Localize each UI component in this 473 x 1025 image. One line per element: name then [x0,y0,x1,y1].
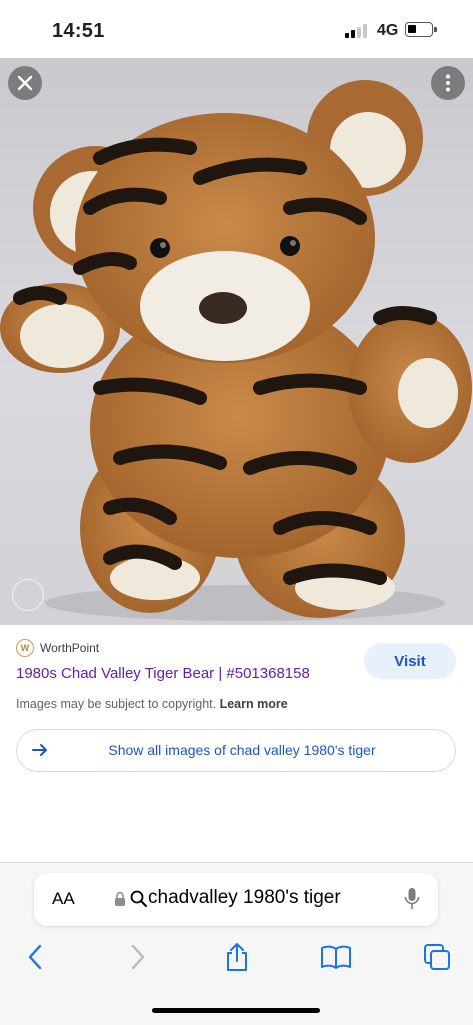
result-info: W WorthPoint 1980s Chad Valley Tiger Bea… [0,625,473,865]
home-indicator [152,1008,320,1013]
status-time: 14:51 [52,20,105,42]
network-type: 4G [377,22,399,39]
learn-more-link[interactable]: Learn more [220,697,288,711]
back-button[interactable] [17,939,53,975]
more-options-button[interactable] [431,66,465,100]
share-icon [227,943,247,971]
source-row[interactable]: W WorthPoint [16,639,99,657]
battery-icon [405,22,433,37]
visit-button[interactable]: Visit [364,643,456,679]
show-all-images-button[interactable]: Show all images of chad valley 1980's ti… [16,729,456,772]
browser-toolbar: AA chadvalley 1980's tiger [0,862,473,1025]
watermark-logo [12,579,44,611]
tabs-icon [424,944,450,970]
tabs-button[interactable] [419,939,455,975]
show-all-images-label: Show all images of chad valley 1980's ti… [108,742,376,758]
microphone-icon[interactable] [404,887,420,911]
forward-icon [131,944,145,970]
forward-button[interactable] [120,939,156,975]
image-preview[interactable] [0,58,473,625]
share-button[interactable] [219,939,255,975]
copyright-text: Images may be subject to copyright. [16,697,217,711]
result-title-link[interactable]: 1980s Chad Valley Tiger Bear | #50136815… [16,665,310,682]
tiger-bear-image [0,80,472,621]
search-icon [130,890,147,907]
bookmarks-button[interactable] [318,939,354,975]
source-logo: W [16,639,34,657]
status-bar: 14:51 4G [0,0,473,58]
address-bar[interactable]: AA chadvalley 1980's tiger [34,873,438,926]
reader-settings-button[interactable]: AA [52,889,75,909]
more-vertical-icon [446,74,450,92]
url-text[interactable]: chadvalley 1980's tiger [148,887,341,909]
close-button[interactable] [8,66,42,100]
navigation-row [0,939,473,975]
back-icon [28,944,42,970]
close-icon [17,75,33,91]
bookmarks-icon [321,945,351,969]
signal-strength-icon [345,24,371,38]
source-name: WorthPoint [40,641,100,655]
copyright-notice: Images may be subject to copyright. Lear… [16,697,288,711]
lock-icon [115,891,125,906]
